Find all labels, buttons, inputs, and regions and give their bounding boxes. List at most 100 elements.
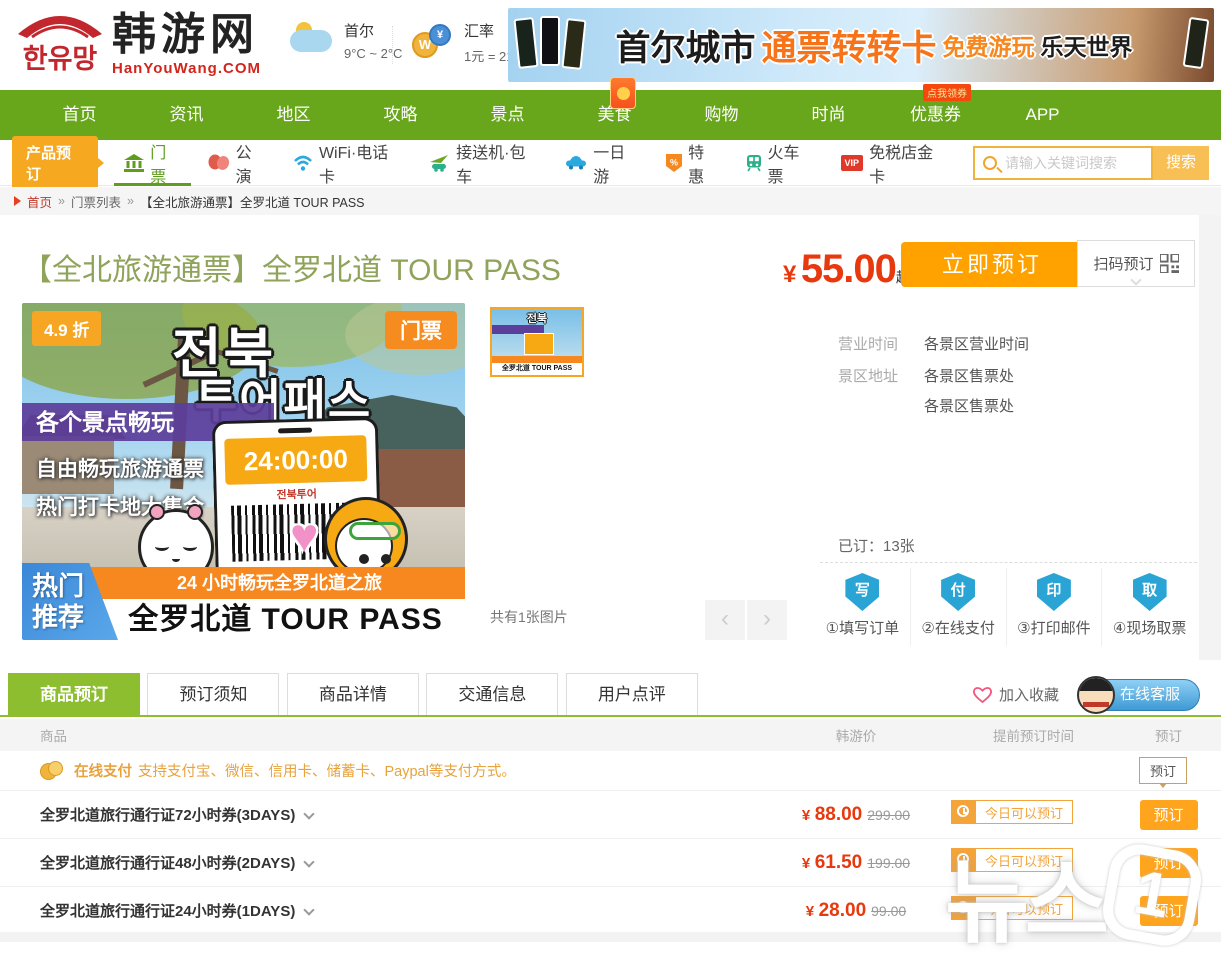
col-advance-time: 提前预订时间 [951,725,1116,745]
banner-text: 免费游玩 [943,28,1035,62]
table-row: 全罗北道旅行通行证48小时券(2DAYS) ¥ 61.50199.00 今日可以… [0,839,1221,887]
subnav-item-deals[interactable]: % 特惠 [666,140,718,186]
chevron-down-icon [1130,274,1141,285]
logo-domain: HanYouWang.COM [112,60,261,77]
option-price: ¥ 28.0099.00 [761,900,951,922]
breadcrumb-arrow-icon [14,196,21,206]
nav-item-news[interactable]: 资讯 [133,90,240,140]
info-row-address: 景区地址 各景区售票处 [838,365,1014,386]
weather-temp: 9°C ~ 2°C [344,46,402,61]
payment-book-tag[interactable]: 预订 [1139,757,1187,784]
print-shield-icon: 印 [1037,573,1071,611]
subnav-label: 接送机·包车 [456,139,538,187]
product-booking-badge: 产品预订 [12,136,98,190]
booking-table: 商品 韩游价 提前预订时间 预订 在线支付 支持支付宝、微信、信用卡、储蓄卡、P… [0,719,1221,935]
currency-coins-icon: W ¥ [412,24,456,62]
theater-masks-icon [208,154,230,171]
tab-product-booking[interactable]: 商品预订 [8,673,140,715]
tab-booking-notes[interactable]: 预订须知 [147,673,279,715]
page-title: 【全北旅游通票】全罗北道 TOUR PASS [22,245,561,289]
nav-item-guide[interactable]: 攻略 [347,90,454,140]
breadcrumb: 首页 » 门票列表 » 【全北旅游通票】全罗北道 TOUR PASS [0,187,1221,215]
train-icon [746,154,762,172]
heart-graphic: ♥ [290,509,319,564]
image-timer: 24:00:00 [224,435,367,485]
book-button[interactable]: 预订 [1140,896,1198,926]
tab-product-details[interactable]: 商品详情 [287,673,419,715]
nav-item-shopping[interactable]: 购物 [668,90,775,140]
subnav-item-airport-transfer[interactable]: 接送机·包车 [428,140,538,186]
book-button[interactable]: 预订 [1140,848,1198,878]
subnav-item-day-tour[interactable]: 一日游 [565,140,639,186]
nav-item-spots[interactable]: 景点 [454,90,561,140]
breadcrumb-list[interactable]: 门票列表 [71,192,121,211]
gallery-prev-button[interactable]: ‹ [705,600,745,640]
ad-banner[interactable]: 首尔城市通票转转卡免费游玩乐天世界 [508,8,1214,82]
write-shield-icon: 写 [845,573,879,611]
coupon-tip-badge[interactable]: 点我领券 [923,84,971,101]
step-label: ②在线支付 [911,617,1006,638]
info-value: 各景区售票处 [924,365,1014,386]
discount-badge: 4.9 折 [32,311,101,346]
col-book: 预订 [1116,725,1221,745]
nav-item-fashion[interactable]: 时尚 [775,90,882,140]
step-pay-online: 付 ②在线支付 [910,568,1006,646]
banner-text: 通票转转卡 [762,20,937,71]
tab-user-reviews[interactable]: 用户点评 [566,673,698,715]
book-now-button[interactable]: 立即预订 [901,242,1083,287]
clock-icon [952,848,976,872]
product-option-name[interactable]: 全罗北道旅行通行证48小时券(2DAYS) [40,852,761,873]
payment-title: 在线支付 [74,760,132,781]
search-input[interactable] [1005,155,1140,171]
step-label: ③打印邮件 [1007,617,1102,638]
discount-icon: % [666,154,682,172]
gallery-next-button[interactable]: › [747,600,787,640]
breadcrumb-separator: » [127,194,134,208]
nav-item-home[interactable]: 首页 [26,90,133,140]
red-envelope-icon[interactable] [610,77,636,109]
product-option-name[interactable]: 全罗北道旅行通行证72小时券(3DAYS) [40,804,761,825]
subnav-item-shows[interactable]: 公演 [208,140,266,186]
booking-steps: 写 ①填写订单 付 ②在线支付 印 ③打印邮件 取 ④现场取票 [815,568,1197,646]
step-pickup: 取 ④现场取票 [1101,568,1197,646]
vip-icon: VIP [841,155,864,171]
subnav-item-tickets[interactable]: 门票 [124,140,180,186]
subnav-label: 火车票 [768,139,814,187]
banner-phone-icon [1183,17,1210,69]
subnav-item-wifi-sim[interactable]: WiFi·电话卡 [293,140,401,186]
tab-bar: 商品预订 预订须知 商品详情 交通信息 用户点评 加入收藏 在线客服 [0,673,1221,717]
payment-desc: 支持支付宝、微信、信用卡、储蓄卡、Paypal等支付方式。 [138,760,516,781]
coins-icon [40,761,64,781]
tab-transport-info[interactable]: 交通信息 [426,673,558,715]
pickup-shield-icon: 取 [1133,573,1167,611]
step-print-email: 印 ③打印邮件 [1006,568,1102,646]
product-option-name[interactable]: 全罗北道旅行通行证24小时券(1DAYS) [40,900,761,921]
image-thumbnail[interactable]: 전북 全罗北道 TOUR PASS [490,307,584,377]
product-subnav: 产品预订 门票 公演 WiFi·电话卡 接送机·包车 一日游 % 特惠 火车票 … [0,140,1221,186]
add-favorite-button[interactable]: 加入收藏 [972,684,1059,705]
chevron-down-icon [304,856,315,867]
search-box [973,146,1153,180]
site-logo[interactable]: 한유망 韩游网 HanYouWang.COM [12,8,261,78]
dashed-divider [820,562,1197,563]
product-main-image[interactable]: 전북 투어패스 各个景点畅玩 自由畅玩旅游通票 热门打卡地大集合 24:00:0… [22,303,465,640]
qr-book-button[interactable]: 扫码预订 [1077,240,1195,287]
search-button[interactable]: 搜索 [1153,146,1209,180]
book-button[interactable]: 预订 [1140,800,1198,830]
product-section: 【全北旅游通票】全罗北道 TOUR PASS ¥ 55.00起 立即预订 扫码预… [0,215,1199,660]
subnav-item-duty-free-card[interactable]: VIP 免税店金卡 [841,140,946,186]
nav-item-region[interactable]: 地区 [240,90,347,140]
table-header: 商品 韩游价 提前预订时间 预订 [0,719,1221,751]
weather-widget: 首尔 9°C ~ 2°C [288,20,402,61]
subnav-item-train-tickets[interactable]: 火车票 [746,140,814,186]
banner-text: 首尔城市 [615,20,755,71]
weather-cloud-icon [288,22,334,60]
logo-seal-text: 한유망 [23,44,98,74]
search-icon [983,156,997,170]
online-service-button[interactable]: 在线客服 [1084,679,1200,711]
nav-item-app[interactable]: APP [989,90,1096,140]
breadcrumb-home[interactable]: 首页 [27,192,52,211]
page-gutter [1199,215,1221,660]
payment-note-row: 在线支付 支持支付宝、微信、信用卡、储蓄卡、Paypal等支付方式。 预订 [0,751,1221,791]
banner-phone-icon [540,16,560,66]
